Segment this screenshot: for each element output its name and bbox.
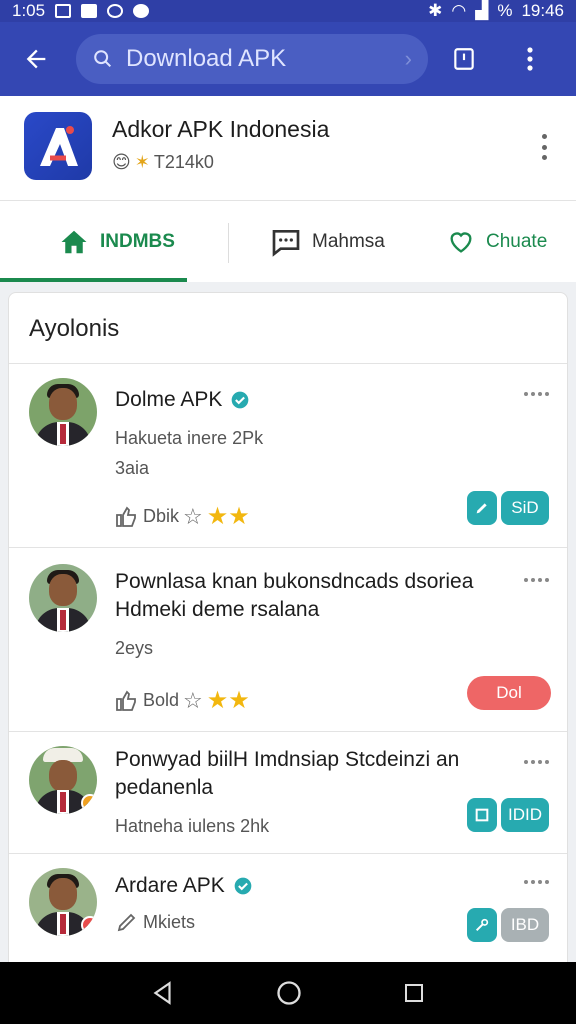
- chat-icon: [272, 230, 300, 257]
- app-rating: 😊 ✶ T214k0: [112, 152, 214, 173]
- verified-icon: [232, 391, 249, 409]
- signal-icon: ▟: [475, 1, 489, 20]
- tab-label: Chuate: [486, 231, 548, 252]
- rating-stars: ★★: [206, 687, 250, 714]
- chevron-right-icon: ›: [404, 46, 412, 71]
- notification-icon: [55, 4, 72, 18]
- item-more-button[interactable]: [524, 880, 549, 884]
- item-meta: Hatneha iulens 2hk: [115, 816, 270, 836]
- verified-icon: [234, 877, 252, 895]
- item-actions: Dbik ☆ ★★: [115, 502, 250, 531]
- item-name: Dolme APK: [115, 388, 250, 412]
- notification-icon: [133, 4, 150, 18]
- nav-recents-icon[interactable]: [402, 981, 426, 1005]
- thumb-up-icon[interactable]: [115, 505, 139, 529]
- item-more-button[interactable]: [524, 578, 549, 582]
- item-meta: 3aia: [115, 458, 150, 478]
- star-icon: ✶: [134, 152, 150, 172]
- status-time-right: 19:46: [521, 1, 564, 20]
- avatar: [29, 378, 97, 446]
- tab-home[interactable]: INDMBS: [58, 201, 175, 283]
- app-bar: ›: [0, 22, 576, 96]
- item-text: Ponwyad biilH Imdnsiap Stcdeinzi an peda…: [115, 748, 460, 799]
- avatar: [29, 746, 97, 814]
- share-icon: [454, 48, 474, 70]
- bookmark-icon: [475, 808, 489, 822]
- notification-icon: [81, 4, 98, 18]
- item-name: Ardare APK: [115, 874, 253, 898]
- back-arrow-icon: [26, 49, 46, 69]
- notification-icon: [107, 4, 124, 18]
- item-more-button[interactable]: [524, 392, 549, 396]
- item-subtitle: Hakueta inere 2Pk: [115, 428, 264, 448]
- heart-icon: [450, 232, 472, 253]
- like-label[interactable]: Bold: [143, 690, 179, 711]
- tab-indicator: [0, 278, 187, 282]
- rating-text: T214k0: [153, 152, 214, 172]
- tab-messages[interactable]: Mahmsa: [270, 201, 385, 283]
- back-button[interactable]: [14, 37, 58, 81]
- item-title: Dolme APK: [115, 388, 223, 411]
- emoji-icon: 😊: [112, 152, 131, 172]
- edit-outline-icon[interactable]: [115, 910, 139, 934]
- tab-favorite[interactable]: Chuate: [446, 201, 547, 283]
- status-badge[interactable]: SiD: [501, 491, 549, 525]
- avatar: [29, 868, 97, 936]
- bookmark-button[interactable]: [467, 798, 497, 832]
- list-item[interactable]: Dolme APK Hakueta inere 2Pk 3aia Dbik ☆ …: [9, 364, 567, 548]
- music-button[interactable]: [467, 908, 497, 942]
- action-label[interactable]: Mkiets: [143, 912, 195, 933]
- list-item[interactable]: Ponwyad biilH Imdnsiap Stcdeinzi an peda…: [9, 732, 567, 854]
- battery-text: %: [497, 1, 513, 20]
- header-more-button[interactable]: [534, 132, 554, 162]
- badge-icon: [81, 916, 97, 934]
- more-options-button[interactable]: [508, 37, 552, 81]
- tab-bar: INDMBS Mahmsa Chuate: [0, 200, 576, 282]
- search-box[interactable]: ›: [76, 34, 428, 84]
- music-icon: [475, 918, 489, 932]
- section-title: Ayolonis: [29, 315, 120, 342]
- list-item[interactable]: Ardare APK Mkiets IBD: [9, 854, 567, 971]
- nav-back-icon[interactable]: [150, 980, 176, 1006]
- avatar: [29, 564, 97, 632]
- home-icon: [61, 230, 87, 254]
- tab-label: Mahmsa: [312, 231, 385, 252]
- reviews-card: Ayolonis Dolme APK Hakueta inere 2Pk 3ai…: [8, 292, 568, 972]
- item-more-button[interactable]: [524, 760, 549, 764]
- rating-stars: ★★: [206, 503, 250, 530]
- app-logo-icon: [40, 126, 78, 166]
- edit-icon: [476, 503, 487, 514]
- more-vert-icon: [527, 47, 533, 71]
- bluetooth-icon: ✱: [428, 1, 443, 20]
- wifi-icon: ◠: [451, 1, 467, 20]
- like-label[interactable]: Dbik: [143, 506, 179, 527]
- app-logo: [24, 112, 92, 180]
- status-time-left: 1:05: [12, 1, 46, 20]
- system-nav-bar: [0, 962, 576, 1024]
- tab-divider: [228, 223, 229, 263]
- share-button[interactable]: [442, 37, 486, 81]
- status-badge[interactable]: IBD: [501, 908, 549, 942]
- status-badge[interactable]: IDID: [501, 798, 549, 832]
- list-item[interactable]: Pownlasa knan bukonsdncads dsoriea Hdmek…: [9, 548, 567, 732]
- star-outline-icon: ☆: [183, 687, 203, 713]
- status-bar: 1:05 ✱ ◠ ▟ % 19:46: [0, 0, 576, 22]
- edit-button[interactable]: [467, 491, 497, 525]
- app-title: Adkor APK Indonesia: [112, 116, 330, 142]
- app-header: Adkor APK Indonesia 😊 ✶ T214k0 INDMBS Ma…: [0, 96, 576, 282]
- search-input[interactable]: [126, 45, 376, 73]
- status-badge[interactable]: Dol: [467, 676, 551, 710]
- nav-home-icon[interactable]: [275, 979, 303, 1007]
- item-actions: Mkiets: [115, 910, 195, 934]
- item-title: Ardare APK: [115, 874, 225, 897]
- thumb-up-icon[interactable]: [115, 689, 139, 713]
- badge-icon: [81, 794, 97, 812]
- item-actions: Bold ☆ ★★: [115, 686, 250, 715]
- star-outline-icon: ☆: [183, 503, 203, 529]
- search-icon: [94, 50, 112, 68]
- tab-label: INDMBS: [100, 231, 175, 252]
- item-text: Pownlasa knan bukonsdncads dsoriea Hdmek…: [115, 570, 474, 621]
- item-meta: 2eys: [115, 638, 154, 658]
